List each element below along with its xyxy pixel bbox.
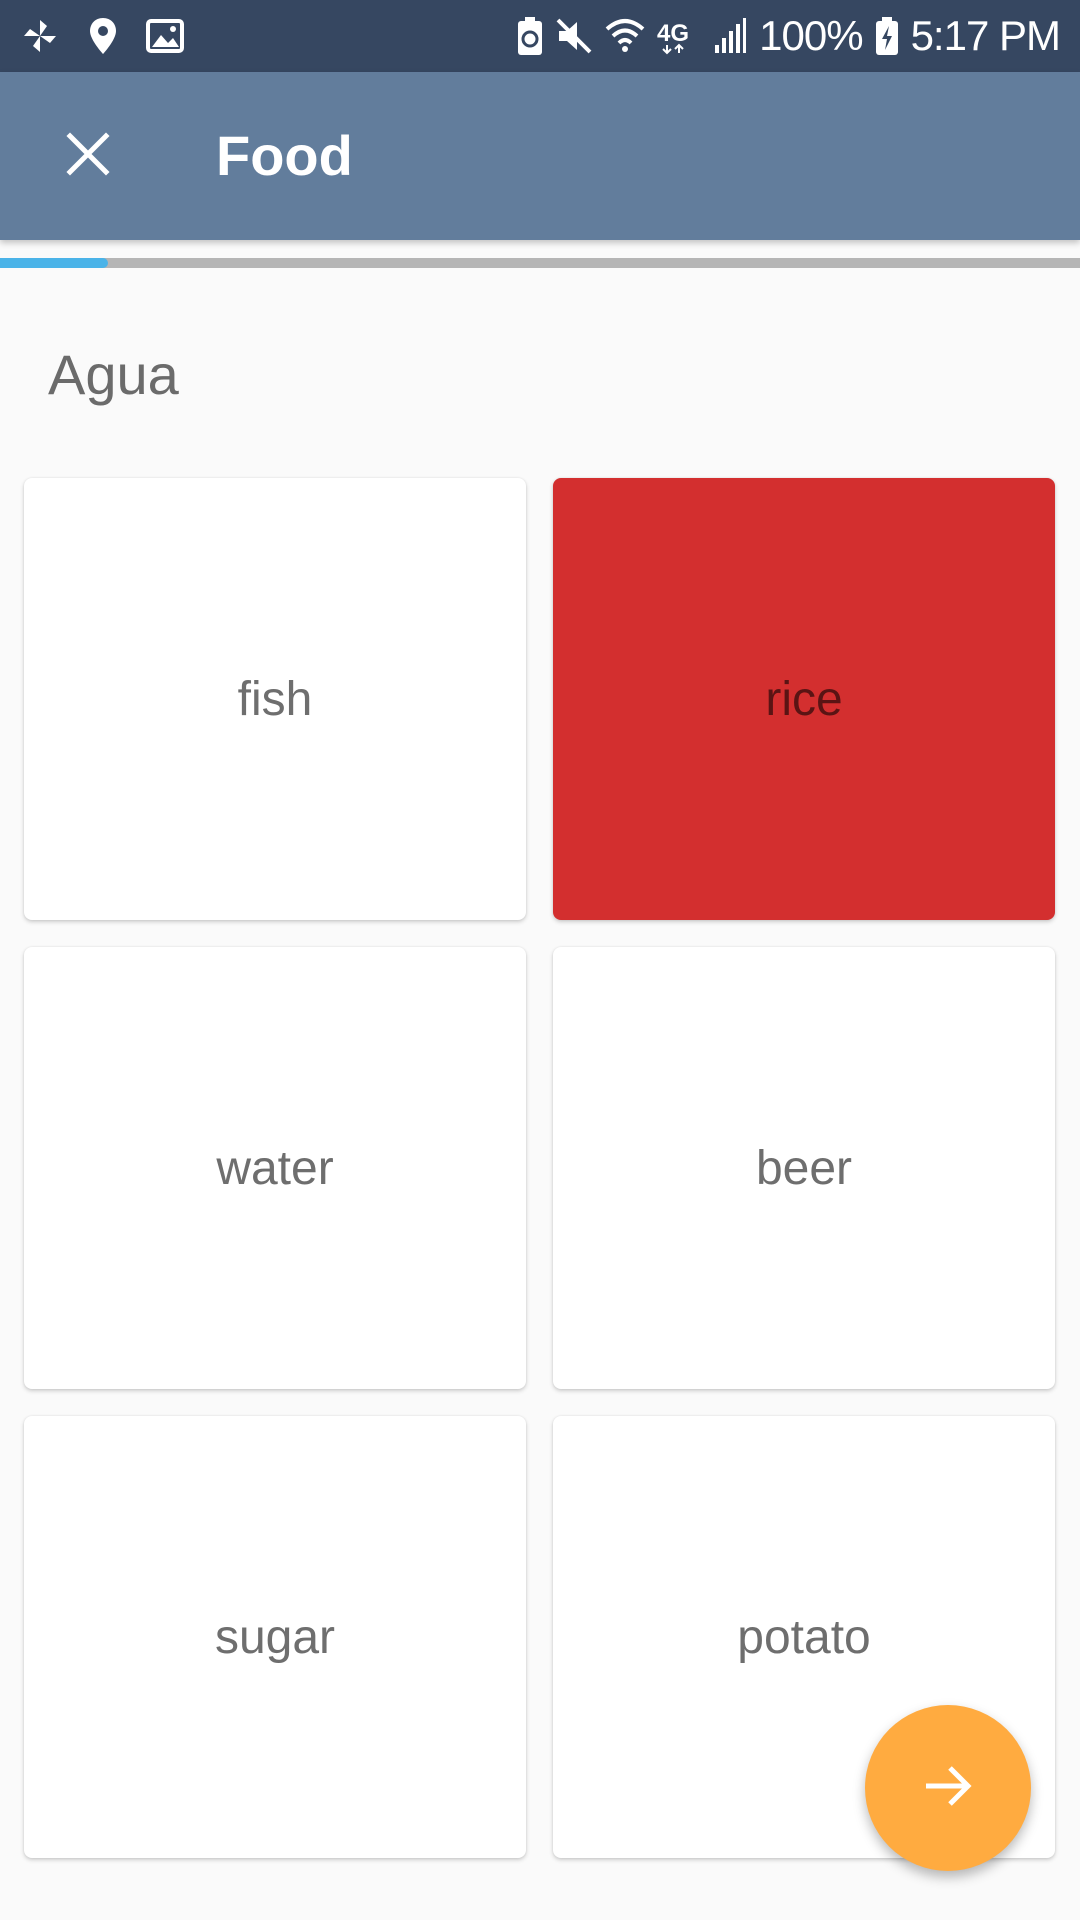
answer-option-beer[interactable]: beer — [553, 947, 1055, 1389]
answer-option-label: rice — [765, 672, 843, 726]
clock: 5:17 PM — [910, 12, 1061, 59]
prompt-word: Agua — [48, 343, 179, 406]
answer-option-water[interactable]: water — [24, 947, 526, 1389]
answer-option-label: sugar — [214, 1610, 336, 1664]
answer-option-rice[interactable]: rice — [553, 478, 1055, 920]
answer-option-label: potato — [737, 1610, 871, 1664]
battery-percent: 100% — [759, 12, 863, 59]
status-right-icons: 4G 100% 5:17 PM — [517, 12, 1061, 60]
progress-fill — [0, 258, 108, 268]
wifi-icon — [605, 17, 645, 55]
mute-icon — [555, 17, 593, 55]
close-button[interactable] — [44, 112, 132, 200]
signal-icon — [713, 17, 747, 55]
answer-option-fish[interactable]: fish — [24, 478, 526, 920]
status-left-icons — [20, 16, 184, 56]
answer-option-label: fish — [237, 672, 313, 726]
answer-option-label: beer — [755, 1141, 853, 1195]
app-bar: Food — [0, 72, 1080, 240]
page-title: Food — [216, 124, 353, 187]
battery-charging-icon — [875, 16, 899, 56]
next-button[interactable] — [865, 1705, 1031, 1871]
svg-text:4G: 4G — [657, 20, 689, 47]
location-pin-icon — [88, 16, 118, 56]
answer-option-sugar[interactable]: sugar — [24, 1416, 526, 1858]
lesson-progress-bar — [0, 258, 1080, 268]
answer-option-label: water — [216, 1141, 334, 1195]
arrow-right-icon — [920, 1758, 976, 1819]
image-icon — [146, 19, 184, 53]
4g-lte-icon: 4G — [657, 17, 701, 55]
close-icon — [64, 130, 112, 183]
battery-saver-icon — [517, 16, 543, 56]
status-bar: 4G 100% 5:17 PM — [0, 0, 1080, 72]
fan-icon — [20, 16, 60, 56]
